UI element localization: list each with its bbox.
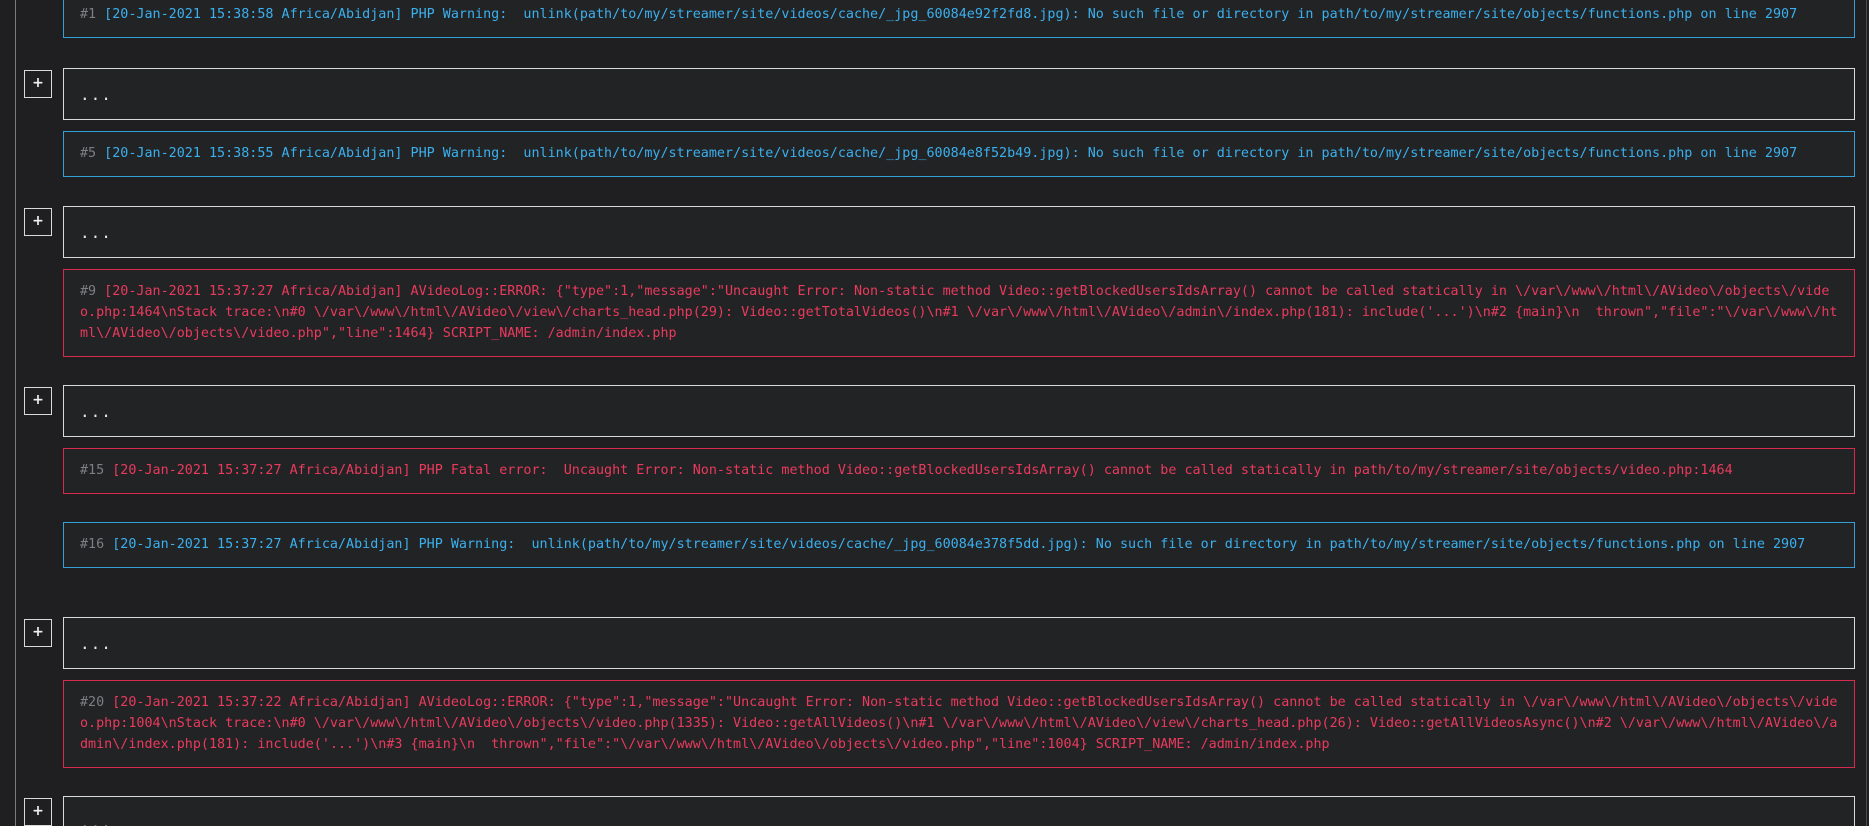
- log-entry-number: #20: [80, 695, 105, 710]
- collapsed-entries[interactable]: ...: [63, 68, 1855, 120]
- log-entry-text: [20-Jan-2021 15:37:27 Africa/Abidjan] AV…: [80, 284, 1838, 341]
- collapsed-entries[interactable]: ...: [63, 617, 1855, 669]
- log-entry-number: #1: [80, 7, 97, 22]
- log-entry-text: [20-Jan-2021 15:38:55 Africa/Abidjan] PH…: [96, 146, 1798, 161]
- log-entry-warning: #16 [20-Jan-2021 15:37:27 Africa/Abidjan…: [63, 522, 1855, 568]
- expand-button[interactable]: +: [24, 619, 52, 647]
- log-entry-warning: #1 [20-Jan-2021 15:38:58 Africa/Abidjan]…: [63, 0, 1855, 38]
- log-entry-number: #5: [80, 146, 97, 161]
- log-entry-error: #20 [20-Jan-2021 15:37:22 Africa/Abidjan…: [63, 680, 1855, 768]
- expand-button[interactable]: +: [24, 387, 52, 415]
- collapsed-entries[interactable]: ...: [63, 385, 1855, 437]
- log-entry-text: [20-Jan-2021 15:37:27 Africa/Abidjan] PH…: [104, 463, 1733, 478]
- log-entry-text: [20-Jan-2021 15:37:27 Africa/Abidjan] PH…: [104, 537, 1806, 552]
- left-rail-line: [15, 0, 16, 826]
- collapsed-entries[interactable]: ...: [63, 796, 1855, 826]
- log-entry-error: #15 [20-Jan-2021 15:37:27 Africa/Abidjan…: [63, 448, 1855, 494]
- right-rail-line: [1866, 0, 1867, 826]
- expand-button[interactable]: +: [24, 70, 52, 98]
- log-entry-text: [20-Jan-2021 15:38:58 Africa/Abidjan] PH…: [96, 7, 1798, 22]
- expand-button[interactable]: +: [24, 208, 52, 236]
- log-entry-number: #9: [80, 284, 97, 299]
- log-entry-number: #15: [80, 463, 105, 478]
- log-entry-number: #16: [80, 537, 105, 552]
- log-entry-error: #9 [20-Jan-2021 15:37:27 Africa/Abidjan]…: [63, 269, 1855, 357]
- log-entry-warning: #5 [20-Jan-2021 15:38:55 Africa/Abidjan]…: [63, 131, 1855, 177]
- collapsed-entries[interactable]: ...: [63, 206, 1855, 258]
- log-entry-text: [20-Jan-2021 15:37:22 Africa/Abidjan] AV…: [80, 695, 1838, 752]
- expand-button[interactable]: +: [24, 798, 52, 826]
